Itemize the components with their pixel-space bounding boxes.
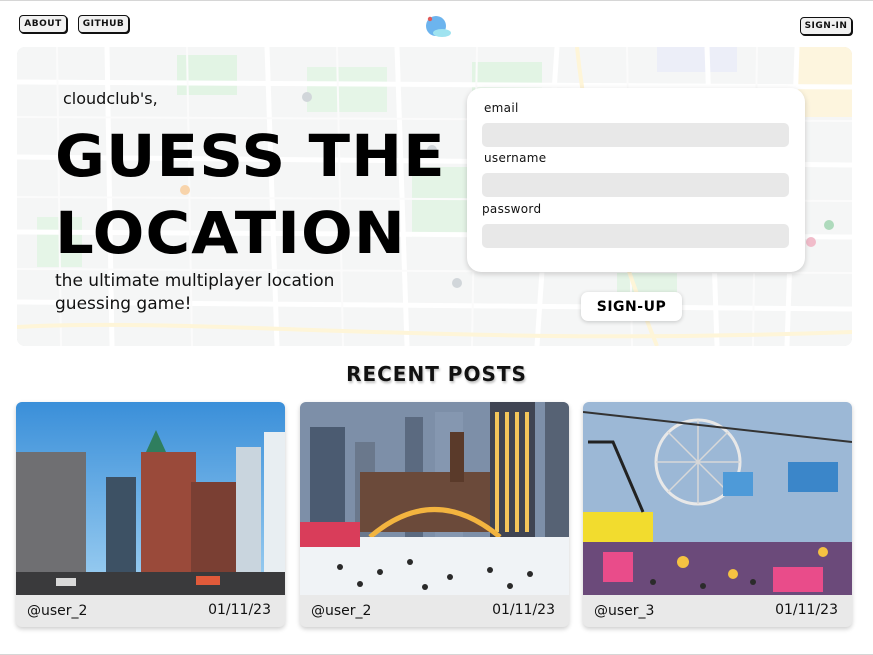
hero-eyebrow: cloudclub's, bbox=[63, 89, 158, 108]
city-street-photo bbox=[16, 402, 285, 595]
about-button[interactable]: ABOUT bbox=[19, 15, 67, 33]
post-date: 01/11/23 bbox=[775, 602, 838, 618]
post-date: 01/11/23 bbox=[492, 602, 555, 618]
post-card[interactable]: @user_2 01/11/23 bbox=[300, 402, 569, 627]
skating-rink-photo bbox=[300, 402, 569, 595]
headline-line-1: GUESS THE bbox=[55, 122, 446, 190]
sign-up-button[interactable]: SIGN-UP bbox=[581, 292, 682, 321]
password-field[interactable] bbox=[482, 224, 789, 248]
github-button[interactable]: GITHUB bbox=[78, 15, 129, 33]
username-field[interactable] bbox=[482, 173, 789, 197]
hero-tagline: the ultimate multiplayer location guessi… bbox=[55, 271, 335, 314]
post-date: 01/11/23 bbox=[208, 602, 271, 618]
headline-line-2: LOCATION bbox=[55, 199, 406, 267]
signup-form: email username password bbox=[467, 88, 805, 272]
top-divider bbox=[0, 0, 873, 1]
post-username: @user_3 bbox=[594, 603, 655, 619]
fair-rides-photo bbox=[583, 402, 852, 595]
email-field[interactable] bbox=[482, 123, 789, 147]
email-label: email bbox=[484, 101, 519, 115]
password-label: password bbox=[482, 202, 542, 216]
hero-headline: GUESS THE LOCATION bbox=[55, 118, 475, 272]
post-username: @user_2 bbox=[311, 603, 372, 619]
username-label: username bbox=[484, 151, 547, 165]
globe-logo-icon[interactable] bbox=[423, 13, 453, 39]
post-username: @user_2 bbox=[27, 603, 88, 619]
sign-in-button[interactable]: SIGN-IN bbox=[800, 17, 852, 35]
recent-posts-title: RECENT POSTS bbox=[346, 362, 527, 386]
post-card[interactable]: @user_2 01/11/23 bbox=[16, 402, 285, 627]
post-card[interactable]: @user_3 01/11/23 bbox=[583, 402, 852, 627]
